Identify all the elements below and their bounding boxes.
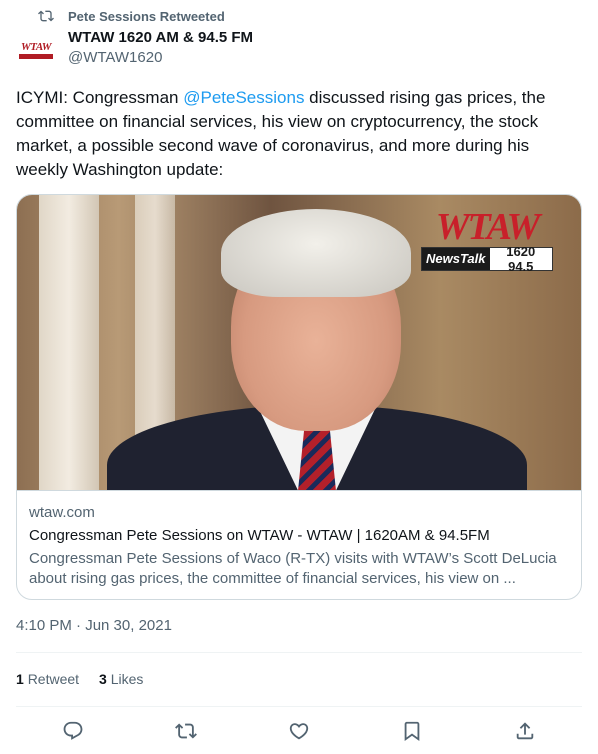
- avatar[interactable]: WTAW: [16, 30, 56, 70]
- card-domain: wtaw.com: [29, 504, 95, 521]
- bookmark-icon: [404, 721, 420, 742]
- retweet-stat[interactable]: 1 Retweet: [16, 669, 79, 689]
- bookmark-button[interactable]: [395, 716, 429, 746]
- retweet-icon: [38, 10, 54, 22]
- tweet-author: WTAW WTAW 1620 AM & 94.5 FM @WTAW1620: [16, 28, 253, 70]
- wtaw-logo-word: WTAW: [435, 206, 541, 248]
- divider: [16, 706, 582, 707]
- avatar-logo-bar: [19, 53, 53, 59]
- retweet-icon: [174, 723, 197, 739]
- tweet-timestamp[interactable]: 4:10 PM · Jun 30, 2021: [16, 616, 172, 636]
- mention-link[interactable]: @PeteSessions: [183, 88, 304, 107]
- wtaw-logo-frequency: 1620 94.5: [506, 244, 536, 274]
- card-title: Congressman Pete Sessions on WTAW - WTAW…: [29, 527, 490, 544]
- share-icon: [517, 722, 534, 740]
- reply-icon: [63, 721, 82, 740]
- card-image: WTAW NewsTalk 1620 94.5: [17, 195, 581, 491]
- author-display-name[interactable]: WTAW 1620 AM & 94.5 FM: [68, 28, 253, 48]
- retweet-stat-label: Retweet: [27, 671, 80, 687]
- divider: [16, 652, 582, 653]
- retweeted-by-label: Pete Sessions Retweeted: [68, 8, 225, 24]
- like-count: 3: [99, 671, 107, 687]
- reply-button[interactable]: [56, 716, 90, 746]
- tweet-actions: [16, 716, 582, 746]
- wtaw-logo: WTAW NewsTalk 1620 94.5: [421, 206, 553, 274]
- tweet-text-before: ICYMI: Congressman: [16, 88, 184, 107]
- avatar-logo: WTAW: [20, 40, 52, 53]
- like-button[interactable]: [282, 716, 316, 746]
- like-icon: [289, 723, 309, 740]
- like-stat[interactable]: 3 Likes: [99, 669, 143, 689]
- retweeted-by[interactable]: Pete Sessions Retweeted: [38, 7, 225, 25]
- link-card[interactable]: WTAW NewsTalk 1620 94.5 wtaw.com Congres…: [16, 194, 582, 600]
- card-description: Congressman Pete Sessions of Waco (R-TX)…: [29, 550, 557, 587]
- share-button[interactable]: [508, 716, 542, 746]
- like-stat-label: Likes: [110, 671, 144, 687]
- tweet-stats: 1 Retweet 3 Likes: [16, 669, 143, 689]
- author-handle[interactable]: @WTAW1620: [68, 48, 253, 68]
- wtaw-logo-newstalk: NewsTalk: [422, 248, 490, 270]
- retweet-count: 1: [16, 671, 24, 687]
- tweet-text: ICYMI: Congressman @PeteSessions discuss…: [16, 86, 582, 182]
- retweet-button[interactable]: [169, 716, 203, 746]
